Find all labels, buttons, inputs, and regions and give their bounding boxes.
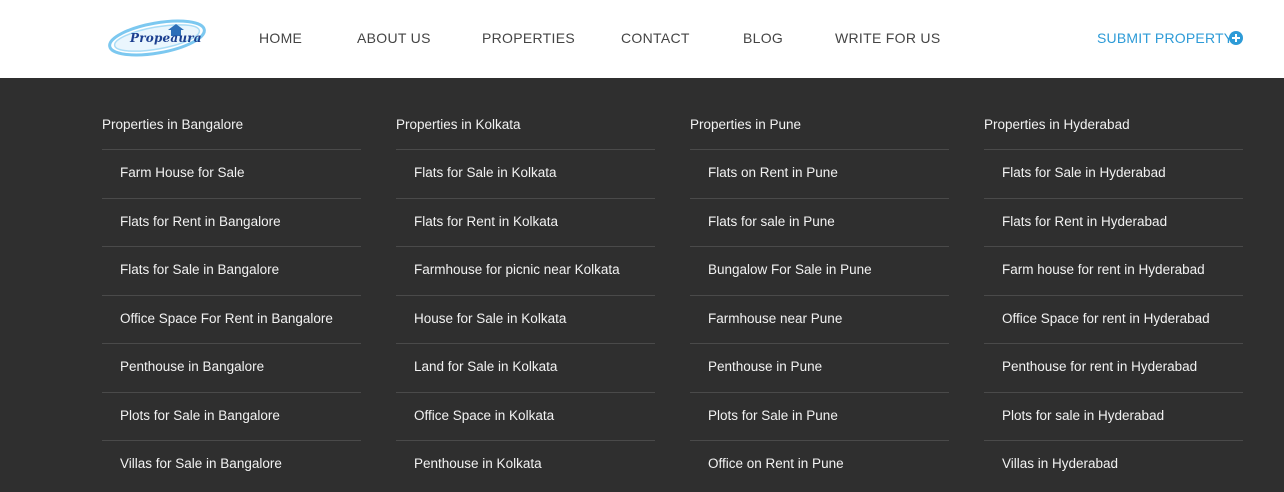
nav-blog[interactable]: BLOG — [743, 30, 783, 46]
divider — [984, 343, 1243, 344]
menu-link[interactable]: Flats for Sale in Bangalore — [120, 262, 361, 277]
divider — [690, 392, 949, 393]
divider — [102, 295, 361, 296]
menu-link[interactable]: Office Space For Rent in Bangalore — [120, 311, 361, 326]
nav-contact[interactable]: CONTACT — [621, 30, 690, 46]
submit-property-link[interactable]: SUBMIT PROPERTY — [1097, 30, 1233, 46]
divider — [102, 246, 361, 247]
menu-link[interactable]: Farm House for Sale — [120, 165, 361, 180]
properties-mega-menu: Properties in Bangalore Farm House for S… — [0, 78, 1284, 492]
menu-link[interactable]: Farm house for rent in Hyderabad — [1002, 262, 1243, 277]
menu-link[interactable]: Villas for Sale in Bangalore — [120, 456, 361, 471]
column-title[interactable]: Properties in Hyderabad — [984, 117, 1243, 132]
menu-link[interactable]: Flats for Rent in Bangalore — [120, 214, 361, 229]
menu-link[interactable]: Penthouse in Kolkata — [414, 456, 655, 471]
menu-link[interactable]: Penthouse for rent in Hyderabad — [1002, 359, 1243, 374]
menu-link[interactable]: Flats for Rent in Hyderabad — [1002, 214, 1243, 229]
divider — [690, 246, 949, 247]
divider — [690, 198, 949, 199]
column-title[interactable]: Properties in Bangalore — [102, 117, 361, 132]
divider — [984, 149, 1243, 150]
divider — [396, 246, 655, 247]
nav-home[interactable]: HOME — [259, 30, 302, 46]
column-title[interactable]: Properties in Kolkata — [396, 117, 655, 132]
divider — [984, 392, 1243, 393]
menu-link[interactable]: Flats for Rent in Kolkata — [414, 214, 655, 229]
divider — [396, 392, 655, 393]
divider — [102, 392, 361, 393]
menu-link[interactable]: Office Space in Kolkata — [414, 408, 655, 423]
logo-wordmark: Propeaura — [130, 31, 202, 45]
menu-link[interactable]: Villas in Hyderabad — [1002, 456, 1243, 471]
divider — [984, 246, 1243, 247]
menu-link[interactable]: Farmhouse near Pune — [708, 311, 949, 326]
site-logo[interactable]: Propeaura — [106, 16, 208, 58]
divider — [690, 149, 949, 150]
menu-link[interactable]: Bungalow For Sale in Pune — [708, 262, 949, 277]
menu-link[interactable]: House for Sale in Kolkata — [414, 311, 655, 326]
divider — [102, 149, 361, 150]
divider — [396, 295, 655, 296]
divider — [102, 343, 361, 344]
divider — [396, 149, 655, 150]
menu-link[interactable]: Land for Sale in Kolkata — [414, 359, 655, 374]
menu-link[interactable]: Penthouse in Pune — [708, 359, 949, 374]
menu-link[interactable]: Plots for Sale in Bangalore — [120, 408, 361, 423]
divider — [690, 440, 949, 441]
nav-properties[interactable]: PROPERTIES — [482, 30, 575, 46]
menu-link[interactable]: Penthouse in Bangalore — [120, 359, 361, 374]
divider — [984, 295, 1243, 296]
column-title[interactable]: Properties in Pune — [690, 117, 949, 132]
nav-write-for-us[interactable]: WRITE FOR US — [835, 30, 940, 46]
divider — [396, 343, 655, 344]
divider — [396, 440, 655, 441]
divider — [690, 295, 949, 296]
menu-link[interactable]: Office on Rent in Pune — [708, 456, 949, 471]
menu-link[interactable]: Flats for Sale in Hyderabad — [1002, 165, 1243, 180]
menu-link[interactable]: Farmhouse for picnic near Kolkata — [414, 262, 655, 277]
divider — [690, 343, 949, 344]
divider — [102, 198, 361, 199]
menu-link[interactable]: Flats on Rent in Pune — [708, 165, 949, 180]
plus-circle-icon[interactable] — [1229, 31, 1243, 45]
divider — [102, 440, 361, 441]
menu-link[interactable]: Flats for sale in Pune — [708, 214, 949, 229]
menu-link[interactable]: Plots for Sale in Pune — [708, 408, 949, 423]
menu-link[interactable]: Office Space for rent in Hyderabad — [1002, 311, 1243, 326]
divider — [984, 198, 1243, 199]
divider — [984, 440, 1243, 441]
menu-link[interactable]: Flats for Sale in Kolkata — [414, 165, 655, 180]
nav-about-us[interactable]: ABOUT US — [357, 30, 431, 46]
site-header: Propeaura HOME ABOUT US PROPERTIES CONTA… — [0, 0, 1284, 78]
menu-link[interactable]: Plots for sale in Hyderabad — [1002, 408, 1243, 423]
divider — [396, 198, 655, 199]
